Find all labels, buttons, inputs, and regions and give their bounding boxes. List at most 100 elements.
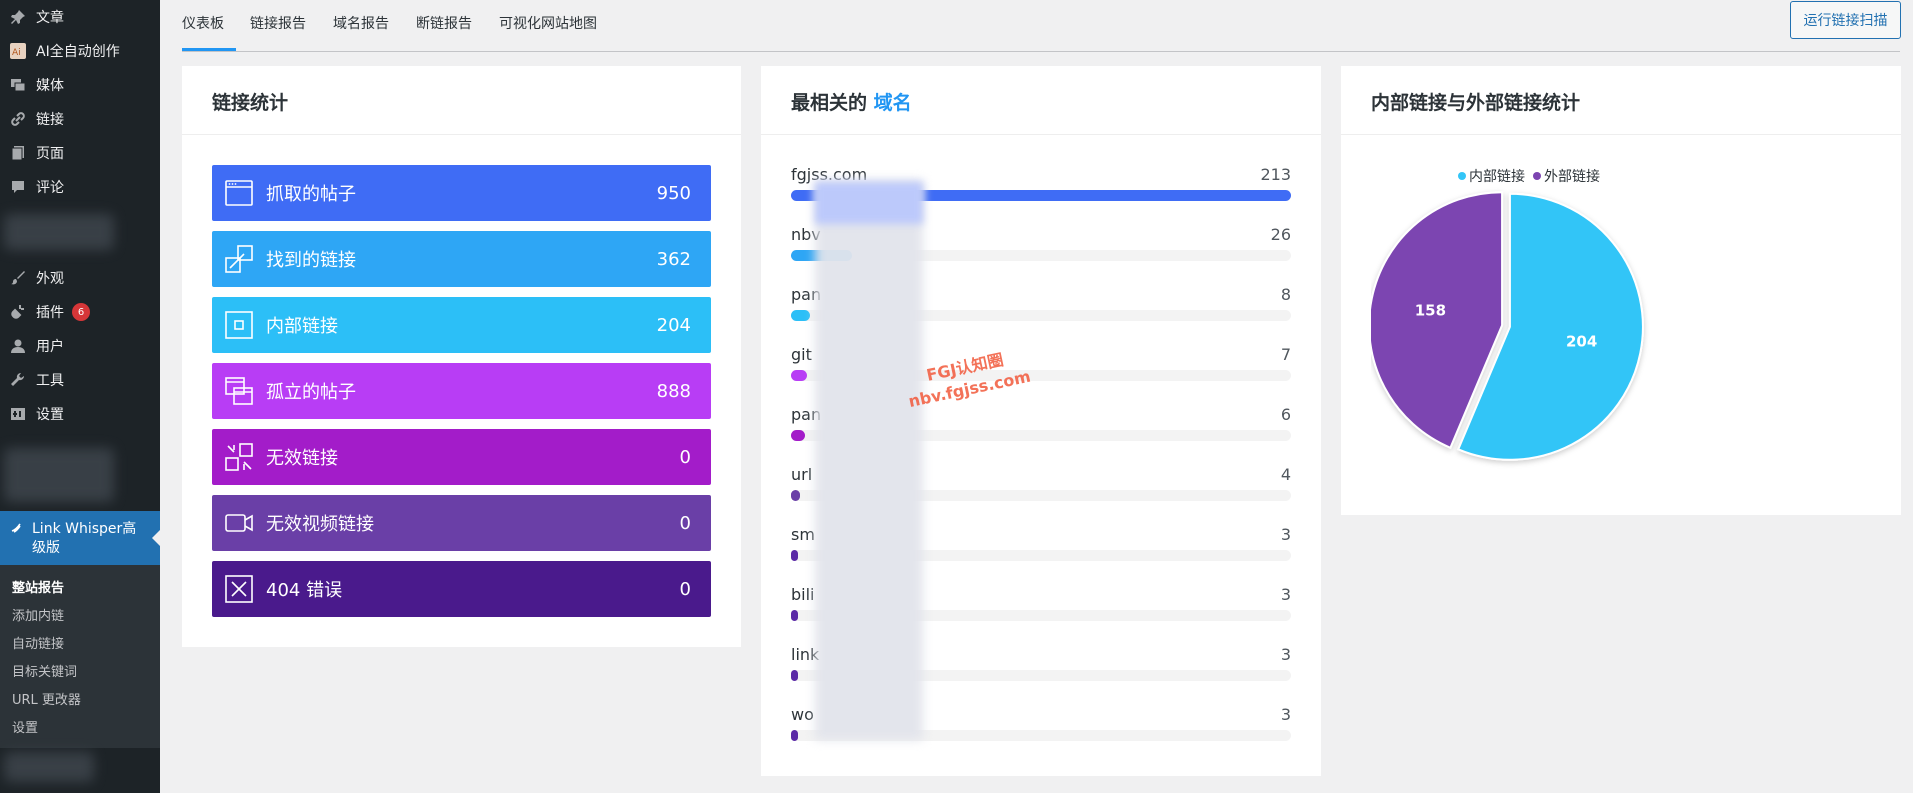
domain-name: wo — [791, 705, 814, 724]
sidebar-item-media[interactable]: 媒体 — [0, 68, 160, 102]
sidebar-item-appearance[interactable]: 外观 — [0, 261, 160, 295]
domain-bar-fill — [791, 550, 799, 561]
brush-icon — [0, 270, 36, 286]
submenu-item-url-changer[interactable]: URL 更改器 — [12, 689, 81, 708]
wrench-icon — [0, 372, 36, 388]
card-divider — [1341, 134, 1901, 135]
sidebar-item-label: 工具 — [36, 373, 64, 389]
link-whisper-icon — [0, 520, 32, 534]
sidebar-item-ai[interactable]: Ai AI全自动创作 — [0, 34, 160, 68]
sidebar-item-users[interactable]: 用户 — [0, 329, 160, 363]
domain-name: bili — [791, 585, 815, 604]
card-divider — [761, 134, 1321, 135]
domain-count: 6 — [1280, 405, 1291, 424]
domain-name: git — [791, 345, 812, 364]
stat-label: 内部链接 — [266, 316, 338, 337]
domain-bar-fill — [791, 310, 810, 321]
stat-value: 204 — [656, 314, 691, 336]
page-icon — [0, 145, 36, 161]
redacted-menu-item — [4, 752, 94, 782]
stat-crawled-posts[interactable]: 抓取的帖子 950 — [212, 165, 711, 221]
svg-text:Ai: Ai — [12, 48, 21, 58]
privacy-blur-overlay — [815, 180, 923, 740]
domain-count: 26 — [1270, 225, 1291, 244]
stat-label: 抓取的帖子 — [266, 184, 356, 205]
domain-bar-fill — [791, 730, 799, 741]
sidebar-item-label: 评论 — [36, 180, 64, 196]
sidebar-item-label: 页面 — [36, 146, 64, 162]
tab-visual-sitemap[interactable]: 可视化网站地图 — [499, 13, 597, 33]
domain-count: 8 — [1280, 285, 1291, 304]
stat-value: 362 — [656, 248, 691, 270]
redacted-menu-item — [4, 214, 114, 250]
tab-link-report[interactable]: 链接报告 — [250, 13, 306, 33]
admin-sidebar: 文章 Ai AI全自动创作 媒体 链接 页面 评论 外观 插件 6 用户 工具 … — [0, 0, 160, 793]
link-stats-card: 链接统计 抓取的帖子 950 找到的链接 362 内部链接 204 孤立的帖子 … — [182, 66, 741, 647]
tab-broken-link-report[interactable]: 断链报告 — [416, 13, 472, 33]
stat-label: 找到的链接 — [266, 250, 356, 271]
domain-bar-fill — [791, 670, 799, 681]
stat-links-found[interactable]: 找到的链接 362 — [212, 231, 711, 287]
sidebar-item-label: 用户 — [36, 339, 64, 355]
run-link-scan-button[interactable]: 运行链接扫描 — [1790, 1, 1901, 39]
sidebar-item-label: 插件 — [36, 305, 64, 321]
domain-bar-fill — [791, 430, 806, 441]
link-whisper-submenu: 整站报告 添加内链 自动链接 目标关键词 URL 更改器 设置 — [0, 565, 160, 748]
stat-label: 无效视频链接 — [266, 514, 374, 535]
stat-value: 888 — [656, 380, 691, 402]
legend-item-internal[interactable]: 内部链接 — [1458, 166, 1525, 186]
tabs-divider — [182, 51, 1900, 52]
stacked-windows-icon — [212, 376, 266, 406]
tab-dashboard[interactable]: 仪表板 — [182, 13, 236, 51]
legend-label: 外部链接 — [1544, 169, 1600, 185]
sidebar-item-pages[interactable]: 页面 — [0, 136, 160, 170]
stat-orphaned-posts[interactable]: 孤立的帖子 888 — [212, 363, 711, 419]
card-divider — [182, 134, 741, 135]
card-title: 链接统计 — [212, 92, 289, 114]
broken-link-icon — [212, 442, 266, 472]
sidebar-item-posts[interactable]: 文章 — [0, 0, 160, 34]
domain-count: 3 — [1280, 705, 1291, 724]
ai-icon: Ai — [0, 43, 36, 59]
sidebar-item-label: Link Whisper高级版 — [32, 521, 137, 556]
sidebar-item-label: 外观 — [36, 271, 64, 287]
user-icon — [0, 338, 36, 354]
tab-domain-report[interactable]: 域名报告 — [333, 13, 389, 33]
sidebar-item-links[interactable]: 链接 — [0, 102, 160, 136]
comment-icon — [0, 179, 36, 195]
stat-label: 无效链接 — [266, 448, 338, 469]
domain-count: 7 — [1280, 345, 1291, 364]
stat-broken-video-links[interactable]: 无效视频链接 0 — [212, 495, 711, 551]
sidebar-item-label: 链接 — [36, 112, 64, 128]
stat-internal-links[interactable]: 内部链接 204 — [212, 297, 711, 353]
submenu-item-add-links[interactable]: 添加内链 — [12, 605, 64, 624]
card-title-accent: 域名 — [873, 92, 912, 114]
submenu-item-autolinks[interactable]: 自动链接 — [12, 633, 64, 652]
legend-item-external[interactable]: 外部链接 — [1533, 166, 1600, 186]
domain-name: sm — [791, 525, 815, 544]
update-count-badge: 6 — [72, 303, 90, 321]
card-title: 最相关的 域名 — [791, 88, 912, 115]
sidebar-item-label: 媒体 — [36, 78, 64, 94]
sidebar-item-link-whisper[interactable]: Link Whisper高级版 — [0, 511, 160, 565]
submenu-item-settings[interactable]: 设置 — [12, 717, 38, 736]
sidebar-item-plugins[interactable]: 插件 6 — [0, 295, 160, 329]
legend-label: 内部链接 — [1469, 169, 1525, 185]
domain-bar-fill — [791, 370, 808, 381]
submenu-item-target-keywords[interactable]: 目标关键词 — [12, 661, 77, 680]
stat-value: 0 — [679, 446, 691, 468]
settings-icon — [0, 406, 36, 422]
card-title-prefix: 最相关的 — [791, 92, 874, 114]
sidebar-item-comments[interactable]: 评论 — [0, 170, 160, 204]
stat-broken-links[interactable]: 无效链接 0 — [212, 429, 711, 485]
sidebar-item-settings[interactable]: 设置 — [0, 397, 160, 431]
submenu-item-site-report[interactable]: 整站报告 — [12, 577, 64, 596]
stat-404-errors[interactable]: 404 错误 0 — [212, 561, 711, 617]
sidebar-item-tools[interactable]: 工具 — [0, 363, 160, 397]
active-menu-pointer — [152, 530, 160, 546]
domain-count: 3 — [1280, 585, 1291, 604]
stat-value: 950 — [656, 182, 691, 204]
domain-count: 213 — [1260, 165, 1291, 184]
media-icon — [0, 77, 36, 93]
sidebar-item-label: 设置 — [36, 407, 64, 423]
